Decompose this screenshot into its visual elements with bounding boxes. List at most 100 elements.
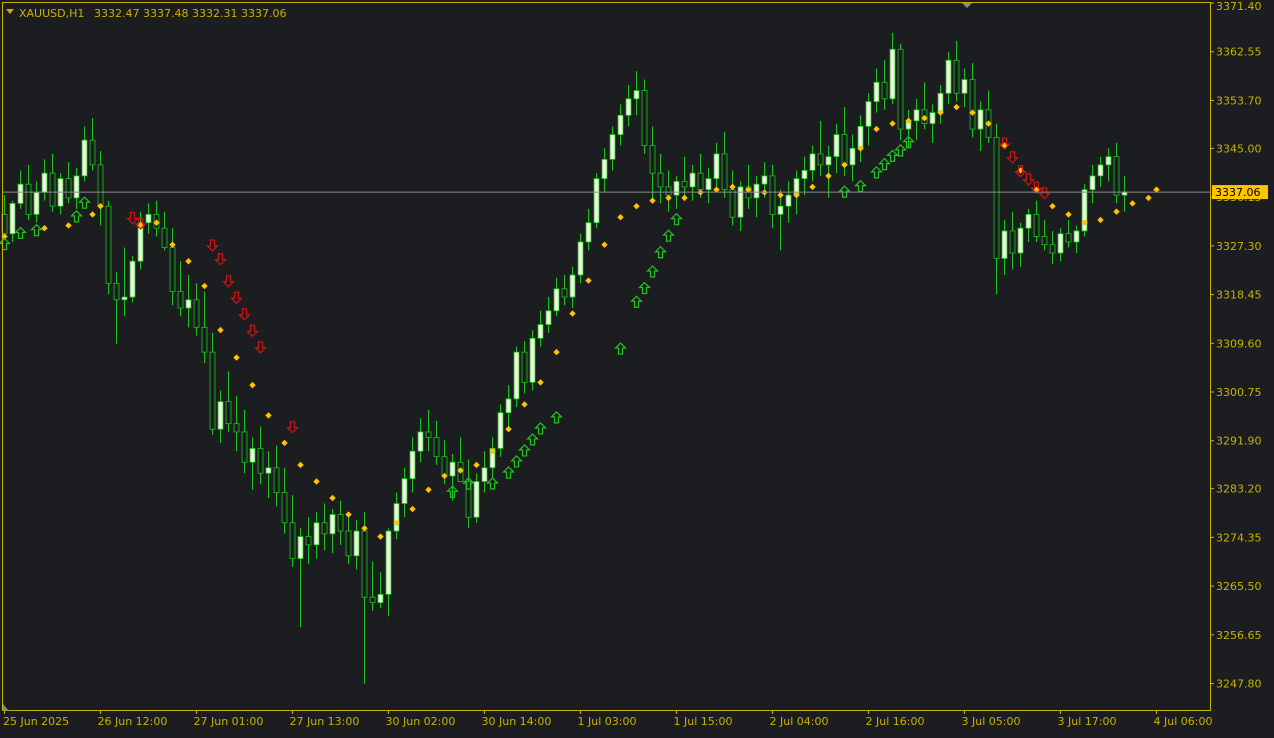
chart-svg[interactable]: 3371.403362.553353.703345.003336.153327.… (0, 0, 1274, 734)
time-tick-label: 30 Jun 02:00 (386, 715, 456, 728)
bear-candle-body (25, 183, 32, 215)
bull-candle-body (41, 172, 48, 193)
price-tick-label: 3353.70 (1216, 94, 1262, 107)
bull-candle-body (1001, 230, 1008, 259)
bull-candle-body (593, 178, 600, 224)
bear-candle-body (241, 431, 248, 463)
bear-candle-body (113, 282, 120, 301)
bull-candle-body (33, 192, 40, 215)
bull-candle-body (385, 530, 392, 595)
bear-candle-body (1065, 233, 1072, 243)
bear-candle-body (1041, 236, 1048, 246)
bull-candle-body (913, 109, 920, 122)
bull-candle-body (417, 431, 424, 452)
bear-candle-body (89, 139, 96, 166)
time-tick-label: 26 Jun 12:00 (98, 715, 168, 728)
current-price-tag: 3337.06 (1212, 185, 1268, 200)
bear-candle-body (769, 175, 776, 215)
candle (129, 255, 136, 303)
candle (897, 43, 904, 141)
bull-candle-body (601, 158, 608, 180)
bull-candle-body (577, 241, 584, 276)
price-tick-label: 3274.35 (1216, 531, 1262, 544)
time-tick-label: 30 Jun 14:00 (482, 715, 552, 728)
price-chart[interactable]: 3371.403362.553353.703345.003336.153327.… (0, 0, 1274, 734)
bear-candle-body (369, 596, 376, 604)
bull-candle-body (537, 324, 544, 339)
price-tick-label: 3318.45 (1216, 289, 1262, 302)
bear-candle-body (993, 136, 1000, 259)
bull-candle-body (129, 260, 136, 298)
bull-candle-body (961, 79, 968, 94)
bear-candle-body (641, 90, 648, 147)
bull-candle-body (705, 178, 712, 191)
bull-candle-body (505, 398, 512, 414)
bull-candle-body (249, 448, 256, 463)
symbol-timeframe-label: XAUUSD,H1 (19, 7, 84, 20)
candle (529, 330, 536, 391)
price-tick-label: 3300.75 (1216, 386, 1262, 399)
bear-candle-body (1049, 244, 1056, 254)
bull-candle-body (785, 194, 792, 207)
bear-candle-body (1113, 156, 1120, 196)
bear-candle-body (521, 351, 528, 383)
bear-candle-body (161, 227, 168, 248)
bear-candle-body (681, 181, 688, 188)
bull-candle-body (633, 90, 640, 100)
price-tick-label: 3283.20 (1216, 483, 1262, 496)
candle (593, 173, 600, 229)
time-tick-label: 1 Jul 15:00 (674, 715, 733, 728)
bull-candle-body (1105, 156, 1112, 166)
bull-candle-body (313, 522, 320, 546)
price-axis: 3371.403362.553353.703345.003336.153327.… (1210, 0, 1262, 691)
bull-candle-body (777, 205, 784, 215)
time-tick-label: 3 Jul 17:00 (1058, 715, 1117, 728)
time-tick-label: 3 Jul 05:00 (962, 715, 1021, 728)
bull-candle-body (857, 125, 864, 149)
bear-candle-body (337, 514, 344, 532)
bear-candle-body (273, 467, 280, 493)
bull-candle-body (545, 310, 552, 325)
price-tick-label: 3362.55 (1216, 46, 1262, 59)
bear-candle-body (881, 81, 888, 100)
bear-candle-body (257, 448, 264, 474)
bull-candle-body (929, 112, 936, 124)
bear-candle-body (177, 291, 184, 309)
bear-candle-body (345, 530, 352, 557)
bull-candle-body (329, 514, 336, 535)
price-tick-label: 3256.65 (1216, 629, 1262, 642)
bull-candle-body (585, 222, 592, 243)
bear-candle-body (289, 522, 296, 559)
bear-candle-body (201, 326, 208, 353)
bear-candle-body (953, 59, 960, 94)
bear-candle-body (433, 437, 440, 458)
bear-candle-body (209, 351, 216, 430)
bull-candle-body (449, 461, 456, 477)
bull-candle-body (1089, 175, 1096, 191)
bear-candle-body (649, 145, 656, 174)
bull-candle-body (945, 59, 952, 94)
bear-candle-body (193, 299, 200, 328)
bear-candle-body (841, 134, 848, 166)
bull-candle-body (217, 401, 224, 430)
bull-candle-body (353, 530, 360, 557)
bull-candle-body (617, 114, 624, 135)
bull-candle-body (1017, 227, 1024, 254)
ohlc-values-label: 3332.47 3337.48 3332.31 3337.06 (94, 7, 286, 20)
current-price-tag-text: 3337.06 (1215, 186, 1261, 199)
bear-candle-body (169, 247, 176, 292)
bear-candle-body (729, 189, 736, 218)
bull-candle-body (753, 183, 760, 199)
bull-candle-body (809, 153, 816, 171)
bull-candle-body (849, 147, 856, 166)
time-tick-label: 1 Jul 03:00 (578, 715, 637, 728)
bull-candle-body (81, 139, 88, 177)
bull-candle-body (529, 337, 536, 383)
bear-candle-body (321, 522, 328, 535)
time-tick-label: 27 Jun 13:00 (290, 715, 360, 728)
bull-candle-body (689, 172, 696, 188)
bear-candle-body (97, 164, 104, 207)
bear-candle-body (697, 172, 704, 191)
bear-candle-body (657, 172, 664, 188)
bull-candle-body (9, 203, 16, 235)
